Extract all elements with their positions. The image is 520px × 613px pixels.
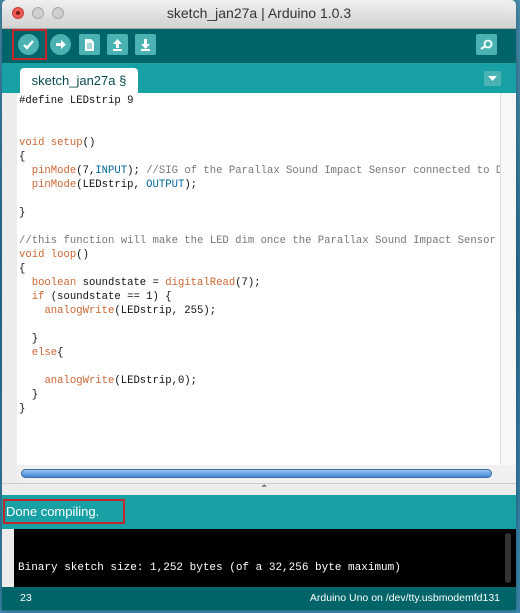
console-scroll-thumb[interactable]: [505, 533, 511, 583]
toolbar: [2, 29, 516, 63]
code-editor[interactable]: #define LEDstrip 9 void setup() { pinMod…: [17, 93, 500, 465]
code-line[interactable]: analogWrite(LEDstrip,0);: [19, 375, 197, 387]
arrow-down-icon: [141, 38, 150, 51]
editor-vertical-scrollbar[interactable]: [500, 93, 516, 465]
code-line[interactable]: [19, 193, 25, 205]
code-line[interactable]: #define LEDstrip 9: [19, 95, 133, 107]
code-text[interactable]: #define LEDstrip 9 void setup() { pinMod…: [17, 93, 500, 416]
code-line[interactable]: else{: [19, 347, 64, 359]
code-line[interactable]: [19, 123, 25, 135]
code-line[interactable]: }: [19, 207, 25, 219]
horizontal-scroll-thumb[interactable]: [21, 469, 492, 478]
code-line[interactable]: pinMode(7,INPUT); //SIG of the Parallax …: [19, 165, 500, 177]
console-text: Binary sketch size: 1,252 bytes (of a 32…: [18, 562, 401, 574]
code-line[interactable]: if (soundstate == 1) {: [19, 291, 172, 303]
arrow-right-icon: [56, 40, 66, 49]
code-line[interactable]: }: [19, 389, 38, 401]
editor-horizontal-scrollbar[interactable]: [17, 465, 516, 483]
console-output: Binary sketch size: 1,252 bytes (of a 32…: [14, 529, 501, 587]
status-bar: Done compiling.: [2, 495, 516, 529]
arduino-window: sketch_jan27a | Arduino 1.0.3 sketch_jan…: [2, 0, 516, 610]
line-number: 23: [20, 592, 32, 604]
code-line[interactable]: void loop(): [19, 249, 89, 261]
window-title: sketch_jan27a | Arduino 1.0.3: [166, 5, 352, 21]
splitter-grip-icon: ⌃: [260, 484, 269, 495]
tab-sketch[interactable]: sketch_jan27a §: [20, 68, 138, 93]
console-scrollbar[interactable]: [501, 529, 516, 587]
code-line[interactable]: }: [19, 403, 25, 415]
upload-button[interactable]: [50, 34, 71, 55]
code-line[interactable]: }: [19, 333, 38, 345]
document-icon: [85, 38, 94, 51]
code-line[interactable]: void setup(): [19, 137, 95, 149]
magnifier-icon: [480, 39, 493, 50]
code-line[interactable]: [19, 109, 25, 121]
open-button[interactable]: [107, 34, 128, 55]
triangle-down-icon: [488, 76, 497, 81]
code-line[interactable]: [19, 221, 25, 233]
tab-menu-button[interactable]: [484, 71, 501, 86]
save-button[interactable]: [135, 34, 156, 55]
bottom-bar: 23 Arduino Uno on /dev/tty.usbmodemfd131: [2, 587, 516, 610]
code-line[interactable]: boolean soundstate = digitalRead(7);: [19, 277, 261, 289]
code-line[interactable]: [19, 361, 25, 373]
status-highlight-box: [3, 499, 125, 524]
code-line[interactable]: {: [19, 263, 25, 275]
code-line[interactable]: //this function will make the LED dim on…: [19, 235, 500, 247]
code-line[interactable]: {: [19, 151, 25, 163]
code-line[interactable]: analogWrite(LEDstrip, 255);: [19, 305, 216, 317]
board-port: Arduino Uno on /dev/tty.usbmodemfd131: [309, 592, 500, 604]
new-button[interactable]: [79, 34, 100, 55]
serial-monitor-button[interactable]: [476, 34, 497, 55]
verify-highlight-box: [12, 29, 47, 60]
tab-bar: sketch_jan27a §: [2, 63, 516, 93]
arrow-up-icon: [113, 38, 122, 51]
title-bar: sketch_jan27a | Arduino 1.0.3: [2, 0, 516, 29]
code-line[interactable]: pinMode(LEDstrip, OUTPUT);: [19, 179, 197, 191]
code-line[interactable]: [19, 319, 25, 331]
